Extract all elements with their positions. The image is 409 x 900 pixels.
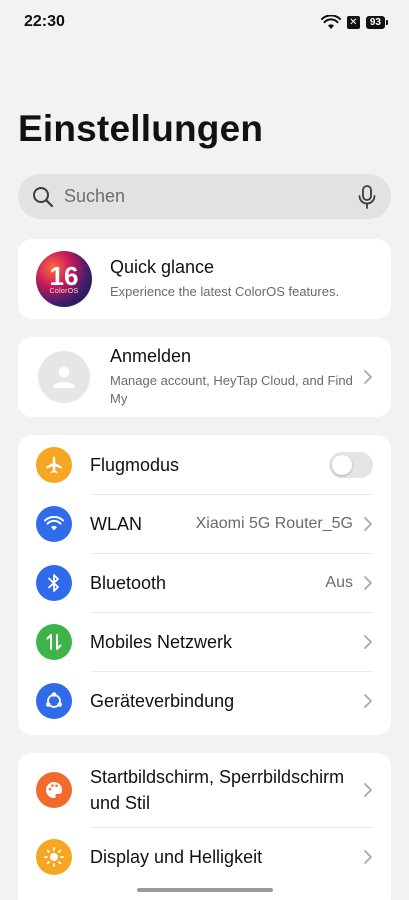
settings-row-display[interactable]: Display und Helligkeit: [18, 827, 391, 886]
quick-glance-card[interactable]: 16 ColorOS Quick glance Experience the l…: [18, 239, 391, 319]
chevron-right-icon: [364, 783, 372, 797]
status-time: 22:30: [24, 13, 65, 30]
page-title: Einstellungen: [18, 108, 264, 149]
sun-icon: [36, 838, 72, 875]
account-title: Anmelden: [110, 346, 192, 366]
row-label: Mobiles Netzwerk: [90, 631, 233, 652]
connectivity-card: Flugmodus WLAN Xiaomi 5G Router_5G Bluet…: [18, 435, 391, 735]
wifi-icon: [36, 505, 72, 542]
settings-row-mobiles-netzwerk[interactable]: Mobiles Netzwerk: [18, 612, 391, 671]
status-icons: ✕ 93: [320, 14, 389, 30]
quick-glance-subtitle: Experience the latest ColorOS features.: [110, 284, 340, 299]
notification-badge-icon: ✕: [346, 15, 360, 29]
device-connection-icon: [36, 682, 72, 719]
mic-icon[interactable]: [357, 184, 377, 209]
user-icon: [53, 366, 75, 388]
row-label: Bluetooth: [90, 572, 167, 593]
account-text: Anmelden Manage account, HeyTap Cloud, a…: [110, 346, 363, 408]
row-label: Geräteverbindung: [90, 690, 235, 711]
chevron-right-icon: [364, 693, 372, 708]
palette-icon: [36, 772, 72, 808]
row-label: Startbildschirm, Sperrbildschirm und Sti…: [90, 767, 345, 813]
settings-row-flugmodus[interactable]: Flugmodus: [18, 435, 391, 494]
chevron-right-icon: [364, 370, 372, 384]
airplane-mode-toggle[interactable]: [329, 451, 373, 478]
row-value: Xiaomi 5G Router_5G: [195, 514, 353, 532]
quick-glance-text: Quick glance Experience the latest Color…: [110, 257, 373, 301]
account-subtitle: Manage account, HeyTap Cloud, and Find M…: [110, 373, 353, 406]
bluetooth-icon: [36, 564, 72, 601]
chevron-right-icon: [364, 634, 372, 649]
quick-glance-title: Quick glance: [110, 257, 215, 277]
status-bar: 22:30 ✕ 93: [0, 0, 409, 44]
chevron-right-icon: [364, 849, 372, 864]
settings-row-geraeteverbindung[interactable]: Geräteverbindung: [18, 671, 391, 730]
mobile-data-icon: [36, 623, 72, 660]
display-card: Startbildschirm, Sperrbildschirm und Sti…: [18, 753, 391, 900]
coloros-logo: 16 ColorOS: [36, 251, 92, 307]
coloros-logo-number: 16: [49, 260, 79, 291]
settings-row-startbildschirm[interactable]: Startbildschirm, Sperrbildschirm und Sti…: [18, 753, 391, 827]
home-indicator[interactable]: [137, 888, 273, 892]
chevron-right-icon: [364, 575, 372, 590]
coloros-logo-text: ColorOS: [49, 287, 79, 295]
search-input[interactable]: Suchen: [18, 174, 391, 219]
account-card[interactable]: Anmelden Manage account, HeyTap Cloud, a…: [18, 337, 391, 417]
chevron-right-icon: [364, 516, 372, 531]
battery-icon: 93: [365, 15, 389, 29]
airplane-icon: [36, 446, 72, 483]
avatar: [38, 351, 90, 403]
row-value: Aus: [325, 573, 353, 591]
settings-row-bluetooth[interactable]: Bluetooth Aus: [18, 553, 391, 612]
toggle-knob: [332, 454, 352, 475]
search-icon: [33, 186, 54, 207]
wifi-icon: [320, 14, 341, 29]
row-label: WLAN: [90, 513, 143, 534]
row-label: Display und Helligkeit: [90, 846, 263, 867]
row-label: Flugmodus: [90, 454, 180, 475]
settings-row-wlan[interactable]: WLAN Xiaomi 5G Router_5G: [18, 494, 391, 553]
search-placeholder: Suchen: [64, 186, 126, 206]
